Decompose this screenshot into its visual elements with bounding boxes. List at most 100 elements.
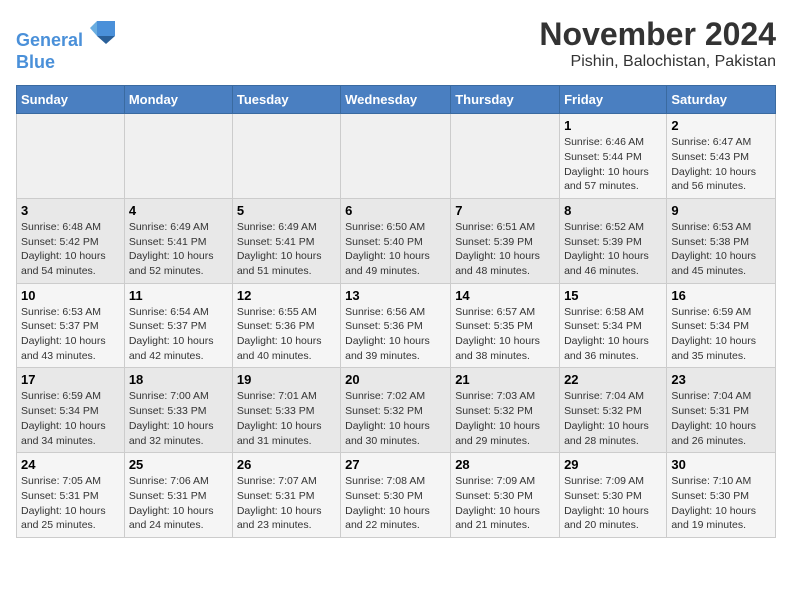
day-number: 18: [129, 372, 228, 387]
calendar-cell: 3 Sunrise: 6:48 AMSunset: 5:42 PMDaylight…: [17, 198, 125, 283]
day-number: 5: [237, 203, 336, 218]
logo-text: General: [16, 16, 117, 52]
day-number: 17: [21, 372, 120, 387]
day-header-saturday: Saturday: [667, 86, 776, 114]
day-info-text: Sunrise: 6:56 AMSunset: 5:36 PMDaylight:…: [345, 305, 446, 364]
calendar-cell: 28 Sunrise: 7:09 AMSunset: 5:30 PMDayligh…: [451, 453, 560, 538]
page-header: General Blue November 2024 Pishin, Baloc…: [16, 16, 776, 73]
day-number: 13: [345, 288, 446, 303]
day-number: 16: [671, 288, 771, 303]
calendar-cell: [451, 114, 560, 199]
day-number: 26: [237, 457, 336, 472]
calendar-cell: 14 Sunrise: 6:57 AMSunset: 5:35 PMDayligh…: [451, 283, 560, 368]
day-number: 2: [671, 118, 771, 133]
day-number: 20: [345, 372, 446, 387]
day-number: 19: [237, 372, 336, 387]
calendar-cell: 5 Sunrise: 6:49 AMSunset: 5:41 PMDaylight…: [232, 198, 340, 283]
day-info-text: Sunrise: 6:58 AMSunset: 5:34 PMDaylight:…: [564, 305, 662, 364]
day-info-text: Sunrise: 7:09 AMSunset: 5:30 PMDaylight:…: [455, 474, 555, 533]
calendar-cell: 9 Sunrise: 6:53 AMSunset: 5:38 PMDaylight…: [667, 198, 776, 283]
month-title: November 2024: [539, 16, 776, 53]
calendar-cell: 16 Sunrise: 6:59 AMSunset: 5:34 PMDayligh…: [667, 283, 776, 368]
day-info-text: Sunrise: 6:52 AMSunset: 5:39 PMDaylight:…: [564, 220, 662, 279]
day-number: 24: [21, 457, 120, 472]
day-info-text: Sunrise: 6:46 AMSunset: 5:44 PMDaylight:…: [564, 135, 662, 194]
calendar-cell: 19Sunrise: 7:01 AMSunset: 5:33 PMDayligh…: [232, 368, 340, 453]
day-info-text: Sunrise: 7:04 AMSunset: 5:32 PMDaylight:…: [564, 389, 662, 448]
day-info-text: Sunrise: 6:53 AMSunset: 5:38 PMDaylight:…: [671, 220, 771, 279]
day-info-text: Sunrise: 6:59 AMSunset: 5:34 PMDaylight:…: [671, 305, 771, 364]
calendar-cell: 18 Sunrise: 7:00 AMSunset: 5:33 PMDayligh…: [124, 368, 232, 453]
day-info-text: Sunrise: 7:05 AMSunset: 5:31 PMDaylight:…: [21, 474, 120, 533]
day-info-text: Sunrise: 6:49 AMSunset: 5:41 PMDaylight:…: [129, 220, 228, 279]
day-info-text: Sunrise: 6:54 AMSunset: 5:37 PMDaylight:…: [129, 305, 228, 364]
day-info-text: Sunrise: 7:02 AMSunset: 5:32 PMDaylight:…: [345, 389, 446, 448]
calendar-cell: 10 Sunrise: 6:53 AMSunset: 5:37 PMDayligh…: [17, 283, 125, 368]
day-number: 9: [671, 203, 771, 218]
calendar-week-row: 24 Sunrise: 7:05 AMSunset: 5:31 PMDayligh…: [17, 453, 776, 538]
day-info-text: Sunrise: 6:48 AMSunset: 5:42 PMDaylight:…: [21, 220, 120, 279]
calendar-week-row: 10 Sunrise: 6:53 AMSunset: 5:37 PMDayligh…: [17, 283, 776, 368]
title-section: November 2024 Pishin, Balochistan, Pakis…: [539, 16, 776, 71]
day-number: 27: [345, 457, 446, 472]
calendar-cell: 12Sunrise: 6:55 AMSunset: 5:36 PMDayligh…: [232, 283, 340, 368]
day-info-text: Sunrise: 7:07 AMSunset: 5:31 PMDaylight:…: [237, 474, 336, 533]
calendar-cell: 7 Sunrise: 6:51 AMSunset: 5:39 PMDaylight…: [451, 198, 560, 283]
day-header-sunday: Sunday: [17, 86, 125, 114]
calendar-cell: 13 Sunrise: 6:56 AMSunset: 5:36 PMDayligh…: [341, 283, 451, 368]
day-number: 14: [455, 288, 555, 303]
day-number: 3: [21, 203, 120, 218]
day-number: 4: [129, 203, 228, 218]
day-number: 10: [21, 288, 120, 303]
logo: General Blue: [16, 16, 117, 73]
day-number: 28: [455, 457, 555, 472]
day-number: 23: [671, 372, 771, 387]
day-number: 30: [671, 457, 771, 472]
calendar-cell: 26 Sunrise: 7:07 AMSunset: 5:31 PMDayligh…: [232, 453, 340, 538]
day-number: 12: [237, 288, 336, 303]
calendar-week-row: 1 Sunrise: 6:46 AMSunset: 5:44 PMDaylight…: [17, 114, 776, 199]
day-number: 25: [129, 457, 228, 472]
day-info-text: Sunrise: 7:04 AMSunset: 5:31 PMDaylight:…: [671, 389, 771, 448]
calendar-cell: [17, 114, 125, 199]
calendar-cell: 23 Sunrise: 7:04 AMSunset: 5:31 PMDayligh…: [667, 368, 776, 453]
calendar-cell: [341, 114, 451, 199]
day-info-text: Sunrise: 6:49 AMSunset: 5:41 PMDaylight:…: [237, 220, 336, 279]
day-number: 6: [345, 203, 446, 218]
day-number: 21: [455, 372, 555, 387]
day-info-text: Sunrise: 7:06 AMSunset: 5:31 PMDaylight:…: [129, 474, 228, 533]
day-info-text: Sunrise: 6:47 AMSunset: 5:43 PMDaylight:…: [671, 135, 771, 194]
day-info-text: Sunrise: 7:10 AMSunset: 5:30 PMDaylight:…: [671, 474, 771, 533]
day-info-text: Sunrise: 7:00 AMSunset: 5:33 PMDaylight:…: [129, 389, 228, 448]
calendar-cell: 15Sunrise: 6:58 AMSunset: 5:34 PMDayligh…: [560, 283, 667, 368]
day-info-text: Sunrise: 6:57 AMSunset: 5:35 PMDaylight:…: [455, 305, 555, 364]
calendar-cell: 20 Sunrise: 7:02 AMSunset: 5:32 PMDayligh…: [341, 368, 451, 453]
calendar-cell: 1 Sunrise: 6:46 AMSunset: 5:44 PMDaylight…: [560, 114, 667, 199]
calendar-cell: 2 Sunrise: 6:47 AMSunset: 5:43 PMDaylight…: [667, 114, 776, 199]
calendar-cell: 21Sunrise: 7:03 AMSunset: 5:32 PMDayligh…: [451, 368, 560, 453]
day-number: 8: [564, 203, 662, 218]
location-text: Pishin, Balochistan, Pakistan: [539, 53, 776, 71]
calendar-cell: 22 Sunrise: 7:04 AMSunset: 5:32 PMDayligh…: [560, 368, 667, 453]
day-info-text: Sunrise: 6:53 AMSunset: 5:37 PMDaylight:…: [21, 305, 120, 364]
calendar-cell: 11Sunrise: 6:54 AMSunset: 5:37 PMDayligh…: [124, 283, 232, 368]
day-info-text: Sunrise: 6:51 AMSunset: 5:39 PMDaylight:…: [455, 220, 555, 279]
day-header-thursday: Thursday: [451, 86, 560, 114]
day-number: 7: [455, 203, 555, 218]
day-header-tuesday: Tuesday: [232, 86, 340, 114]
calendar-cell: 8 Sunrise: 6:52 AMSunset: 5:39 PMDaylight…: [560, 198, 667, 283]
day-header-wednesday: Wednesday: [341, 86, 451, 114]
logo-blue-text: Blue: [16, 52, 117, 74]
calendar-cell: 30 Sunrise: 7:10 AMSunset: 5:30 PMDayligh…: [667, 453, 776, 538]
day-header-monday: Monday: [124, 86, 232, 114]
calendar-cell: [232, 114, 340, 199]
day-info-text: Sunrise: 7:08 AMSunset: 5:30 PMDaylight:…: [345, 474, 446, 533]
calendar-cell: 4 Sunrise: 6:49 AMSunset: 5:41 PMDaylight…: [124, 198, 232, 283]
day-number: 22: [564, 372, 662, 387]
calendar-cell: 25 Sunrise: 7:06 AMSunset: 5:31 PMDayligh…: [124, 453, 232, 538]
day-header-friday: Friday: [560, 86, 667, 114]
calendar-cell: 6Sunrise: 6:50 AMSunset: 5:40 PMDaylight…: [341, 198, 451, 283]
day-number: 1: [564, 118, 662, 133]
calendar-table: SundayMondayTuesdayWednesdayThursdayFrid…: [16, 85, 776, 538]
calendar-header-row: SundayMondayTuesdayWednesdayThursdayFrid…: [17, 86, 776, 114]
